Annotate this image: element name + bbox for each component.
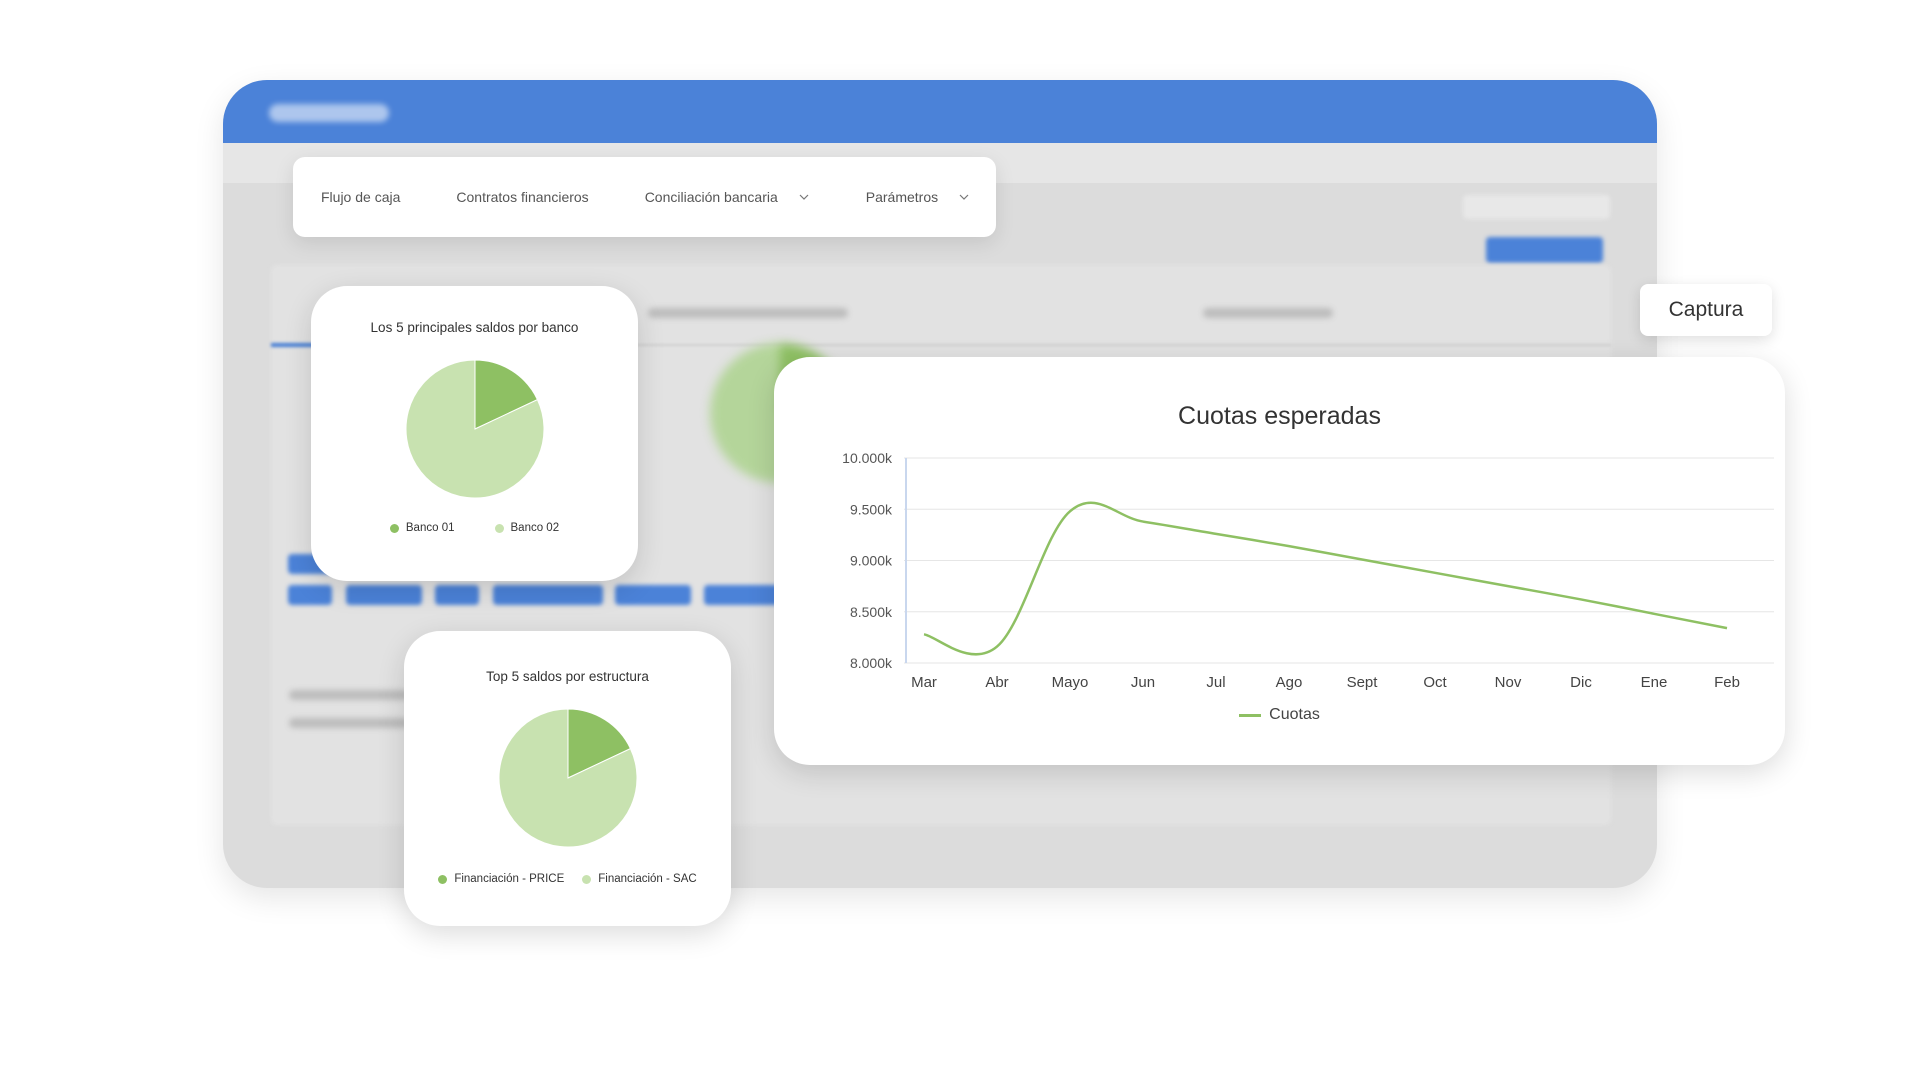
- y-tick-label: 8.500k: [850, 604, 893, 620]
- legend-label: Banco 02: [510, 522, 560, 534]
- background-chip: [435, 585, 479, 605]
- nav-item-label: Parámetros: [865, 189, 939, 205]
- pie-legend: Banco 01 Banco 02: [311, 522, 638, 534]
- background-chart-title-2: [1203, 308, 1333, 318]
- legend-label: Financiación - SAC: [598, 873, 697, 885]
- background-chip: [704, 585, 780, 605]
- legend-entry-financiacion-sac: Financiación - SAC: [582, 873, 697, 885]
- line-chart-card: Cuotas esperadas 8.000k 8.500k 9.000k 9.500…: [774, 357, 1785, 765]
- y-tick-label: 10.000k: [842, 450, 893, 466]
- pie-chart: [405, 359, 545, 499]
- background-text-row: [289, 718, 409, 728]
- legend-entry-banco-01: Banco 01: [389, 522, 455, 534]
- x-tick-label: Ago: [1276, 674, 1303, 691]
- legend-dot: [389, 523, 399, 533]
- x-tick-label: Feb: [1714, 674, 1740, 691]
- legend-dot: [494, 523, 504, 533]
- stage: Flujo de caja Contratos financieros Conc…: [0, 0, 1921, 1080]
- nav-item-flujo-de-caja[interactable]: Flujo de caja: [321, 189, 400, 205]
- background-chip: [288, 585, 332, 605]
- x-tick-label: Mar: [911, 674, 937, 691]
- background-chart-title: [648, 308, 848, 318]
- nav-item-label: Contratos financieros: [456, 189, 589, 205]
- nav-item-label: Conciliación bancaria: [644, 189, 778, 205]
- captura-button[interactable]: Captura: [1640, 284, 1772, 336]
- pie-chart-card-estructura: Top 5 saldos por estructura Financiación…: [404, 631, 731, 926]
- legend-label: Financiación - PRICE: [454, 873, 565, 885]
- pie-chart-title: Top 5 saldos por estructura: [486, 669, 649, 684]
- main-navigation-menu: Flujo de caja Contratos financieros Conc…: [293, 157, 996, 237]
- x-tick-label: Abr: [985, 674, 1008, 691]
- nav-item-contratos-financieros[interactable]: Contratos financieros: [456, 189, 588, 205]
- legend-dot: [582, 874, 592, 884]
- x-tick-label: Nov: [1495, 674, 1522, 691]
- x-tick-label: Ene: [1641, 674, 1668, 691]
- legend-entry-banco-02: Banco 02: [494, 522, 560, 534]
- x-tick-label: Jul: [1206, 674, 1225, 691]
- chevron-down-icon: [799, 194, 809, 200]
- background-select: [1463, 195, 1610, 219]
- legend-entry-financiacion-price: Financiación - PRICE: [438, 873, 564, 885]
- background-text-row: [289, 690, 409, 700]
- nav-item-conciliacion-bancaria[interactable]: Conciliación bancaria: [645, 189, 810, 205]
- legend-dot: [438, 874, 448, 884]
- y-tick-label: 9.500k: [850, 501, 893, 517]
- pie-legend: Financiación - PRICE Financiación - SAC: [404, 873, 731, 885]
- x-tick-label: Dic: [1570, 674, 1592, 691]
- chevron-down-icon: [959, 194, 969, 200]
- legend-line-swatch: [1239, 713, 1262, 717]
- x-tick-label: Sept: [1347, 674, 1379, 691]
- background-chip: [615, 585, 691, 605]
- x-tick-label: Mayo: [1052, 674, 1089, 691]
- app-header-bar: [223, 80, 1657, 143]
- series-line-cuotas: [923, 501, 1728, 656]
- y-tick-label: 9.000k: [850, 553, 893, 569]
- x-tick-label: Oct: [1423, 674, 1447, 691]
- app-logo: [269, 104, 389, 122]
- pie-chart-title: Los 5 principales saldos por banco: [370, 320, 579, 335]
- line-chart: 8.000k 8.500k 9.000k 9.500k 10.000k Mar Abr May…: [842, 450, 1774, 691]
- nav-item-parametros[interactable]: Parámetros: [866, 189, 970, 205]
- background-action-button: [1486, 237, 1603, 263]
- pie-chart-card-bancos: Los 5 principales saldos por banco Banco…: [311, 286, 638, 581]
- y-tick-label: 8.000k: [850, 655, 893, 671]
- pie-chart: [498, 708, 638, 848]
- x-tick-label: Jun: [1131, 674, 1155, 691]
- line-legend: Cuotas: [774, 706, 1785, 724]
- legend-label: Cuotas: [1269, 706, 1320, 723]
- legend-label: Banco 01: [405, 522, 455, 534]
- background-chip: [346, 585, 422, 605]
- background-chip: [493, 585, 603, 605]
- nav-item-label: Flujo de caja: [321, 189, 401, 205]
